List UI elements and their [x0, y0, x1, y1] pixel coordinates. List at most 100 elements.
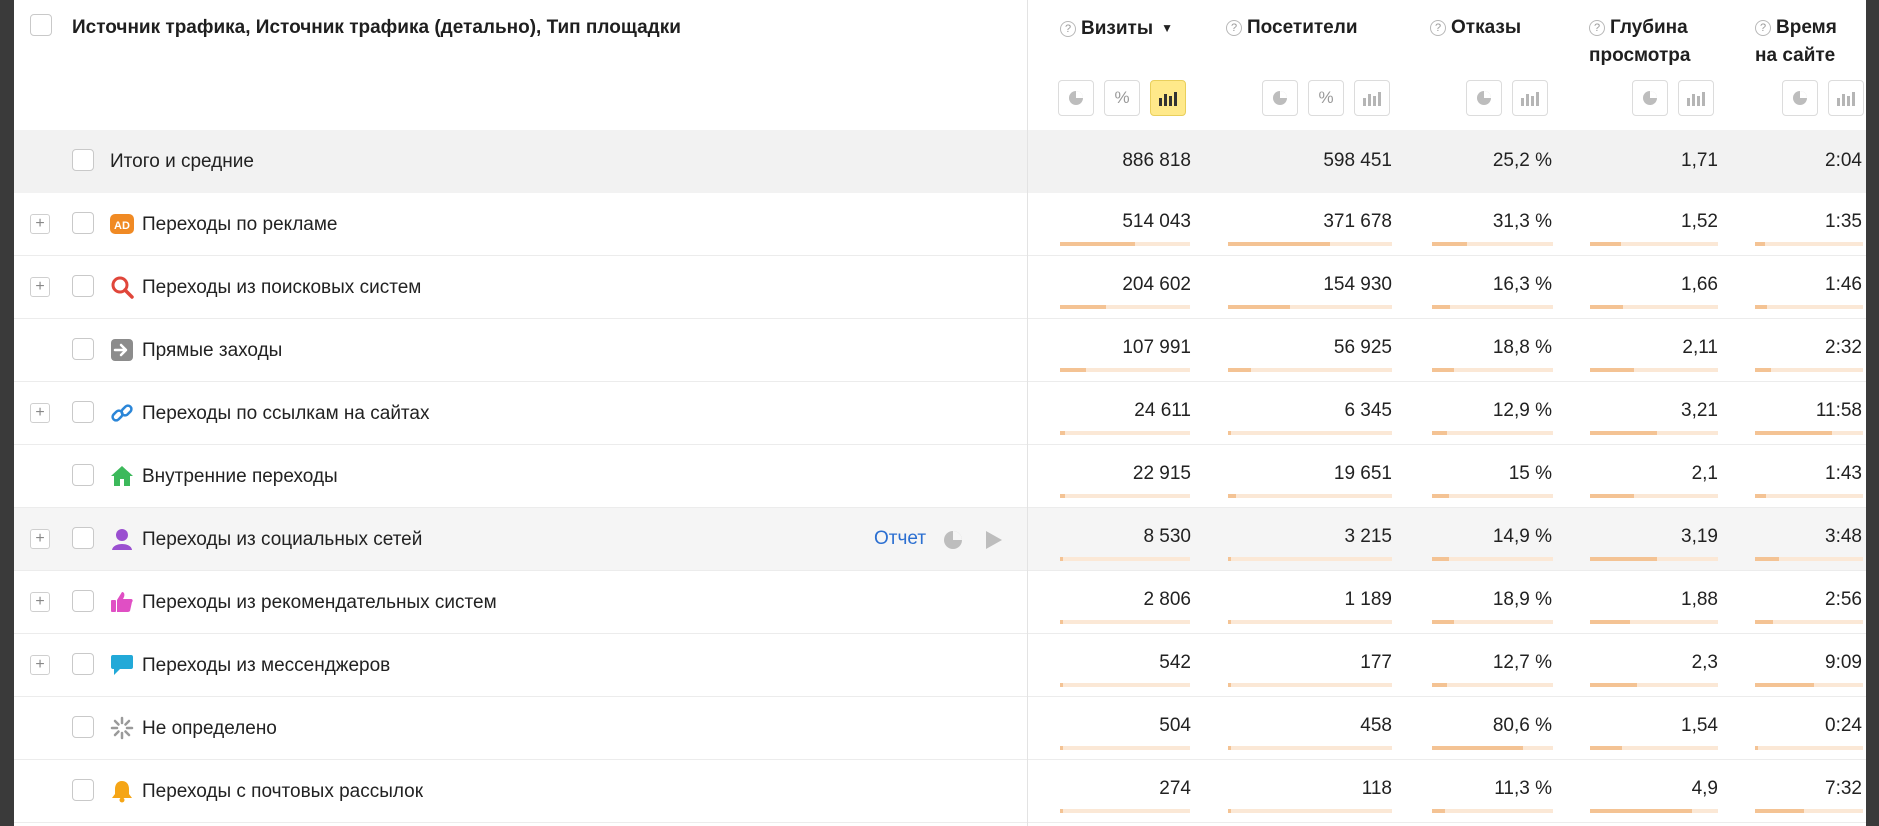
help-icon[interactable]: ?: [1430, 20, 1446, 36]
row-label[interactable]: Переходы из социальных сетей: [142, 529, 422, 551]
table-header: Источник трафика, Источник трафика (дета…: [14, 0, 1866, 130]
row-label[interactable]: Внутренние переходы: [142, 466, 338, 488]
row-label[interactable]: Переходы с почтовых рассылок: [142, 781, 423, 803]
row-label[interactable]: Переходы из поисковых систем: [142, 277, 421, 299]
row-label[interactable]: Не определено: [142, 718, 277, 740]
bar-chart-button[interactable]: [1828, 80, 1864, 116]
pie-chart-button[interactable]: [1782, 80, 1818, 116]
bar-chart-button[interactable]: [1678, 80, 1714, 116]
metric-header-depth[interactable]: ? Глубина просмотра: [1589, 14, 1719, 70]
pie-chart-button[interactable]: [1058, 80, 1094, 116]
metric-header-visits[interactable]: ? Визиты ▼: [1060, 14, 1173, 43]
cell-time: 2:32: [1825, 337, 1862, 358]
share-bar-fill: [1590, 809, 1692, 813]
visitors-view-tools: %: [1262, 80, 1390, 116]
row-label[interactable]: Переходы из рекомендательных систем: [142, 592, 497, 614]
pie-chart-button[interactable]: [1466, 80, 1502, 116]
select-all-checkbox[interactable]: [30, 14, 52, 36]
dimensions-header[interactable]: Источник трафика, Источник трафика (дета…: [72, 17, 681, 39]
cell-visits: 8 530: [1143, 526, 1191, 547]
row-checkbox[interactable]: [72, 275, 94, 297]
pie-chart-icon[interactable]: [942, 529, 964, 556]
share-bar-fill: [1432, 431, 1447, 435]
row-checkbox[interactable]: [72, 779, 94, 801]
expand-icon[interactable]: +: [30, 403, 50, 423]
share-bar-track: [1060, 242, 1190, 246]
row-checkbox[interactable]: [72, 527, 94, 549]
row-label[interactable]: Прямые заходы: [142, 340, 282, 362]
table-row[interactable]: + Переходы из мессенджеров 542 177 12,7 % 2…: [14, 634, 1866, 697]
bar-chart-icon: [1363, 92, 1381, 106]
cell-visits: 514 043: [1122, 211, 1191, 232]
metric-header-visitors[interactable]: ? Посетители: [1226, 14, 1358, 42]
expand-icon[interactable]: +: [30, 214, 50, 234]
depth-view-tools: [1632, 80, 1714, 116]
expand-icon[interactable]: +: [30, 655, 50, 675]
row-checkbox[interactable]: [72, 149, 94, 171]
share-bar-fill: [1432, 557, 1449, 561]
play-icon[interactable]: [984, 529, 1004, 556]
percent-button[interactable]: %: [1104, 80, 1140, 116]
help-icon[interactable]: ?: [1060, 21, 1076, 37]
help-icon[interactable]: ?: [1226, 20, 1242, 36]
sort-desc-icon[interactable]: ▼: [1161, 21, 1173, 35]
cell-visits: 886 818: [1122, 150, 1191, 171]
percent-button[interactable]: %: [1308, 80, 1344, 116]
share-bar-fill: [1228, 431, 1231, 435]
row-checkbox[interactable]: [72, 716, 94, 738]
table-row[interactable]: + Переходы из поисковых систем 204 602 15…: [14, 256, 1866, 319]
share-bar-fill: [1060, 494, 1065, 498]
help-icon[interactable]: ?: [1755, 20, 1771, 36]
checkbox[interactable]: [30, 14, 52, 36]
table-row[interactable]: + Переходы по ссылкам на сайтах 24 611 6 …: [14, 382, 1866, 445]
cell-bounce: 25,2 %: [1492, 150, 1552, 171]
share-bar-track: [1228, 683, 1392, 687]
table-row[interactable]: + AD Переходы по рекламе 514 043 371 678 3…: [14, 193, 1866, 256]
pie-chart-button[interactable]: [1632, 80, 1668, 116]
row-label[interactable]: Переходы по рекламе: [142, 214, 337, 236]
row-checkbox[interactable]: [72, 338, 94, 360]
share-bar-track: [1228, 431, 1392, 435]
row-checkbox[interactable]: [72, 590, 94, 612]
cell-bounce: 11,3 %: [1494, 778, 1552, 799]
metric-header-bounce[interactable]: ? Отказы: [1430, 14, 1521, 42]
share-bar-fill: [1432, 305, 1450, 309]
table-row[interactable]: Прямые заходы 107 991 56 925 18,8 % 2,11 2:3…: [14, 319, 1866, 382]
row-checkbox[interactable]: [72, 464, 94, 486]
share-bar-track: [1755, 746, 1863, 750]
table-row[interactable]: Не определено 504 458 80,6 % 1,54 0:24: [14, 697, 1866, 760]
bar-chart-icon: [1687, 92, 1705, 106]
cell-depth: 1,54: [1681, 715, 1718, 736]
row-checkbox[interactable]: [72, 401, 94, 423]
table-row[interactable]: + Переходы из социальных сетей Отчет 8 5…: [14, 508, 1866, 571]
metric-header-time[interactable]: ? Время на сайте: [1755, 14, 1863, 70]
share-bar-fill: [1590, 746, 1622, 750]
row-checkbox[interactable]: [72, 212, 94, 234]
bar-chart-button[interactable]: [1354, 80, 1390, 116]
row-label[interactable]: Переходы по ссылкам на сайтах: [142, 403, 430, 425]
share-bar-track: [1432, 368, 1553, 372]
cell-depth: 4,9: [1691, 778, 1718, 799]
pie-chart-button[interactable]: [1262, 80, 1298, 116]
table-row[interactable]: + Переходы из рекомендательных систем 2 …: [14, 571, 1866, 634]
expand-icon[interactable]: +: [30, 592, 50, 612]
table-row[interactable]: Внутренние переходы 22 915 19 651 15 % 2,1 1…: [14, 445, 1866, 508]
cell-bounce: 18,9 %: [1492, 589, 1552, 610]
row-checkbox[interactable]: [72, 653, 94, 675]
expand-icon[interactable]: +: [30, 529, 50, 549]
report-link[interactable]: Отчет: [874, 528, 926, 550]
share-bar-fill: [1432, 809, 1445, 813]
cell-depth: 1,88: [1681, 589, 1718, 610]
expand-icon[interactable]: +: [30, 277, 50, 297]
share-bar-track: [1755, 242, 1863, 246]
pie-icon: [1477, 91, 1491, 105]
bar-chart-button[interactable]: [1150, 80, 1186, 116]
bar-chart-button[interactable]: [1512, 80, 1548, 116]
table-row[interactable]: Переходы с почтовых рассылок 274 118 11,3 …: [14, 760, 1866, 823]
row-label[interactable]: Переходы из мессенджеров: [142, 655, 390, 677]
help-icon[interactable]: ?: [1589, 20, 1605, 36]
share-bar-track: [1590, 809, 1718, 813]
pie-icon: [1643, 91, 1657, 105]
share-bar-fill: [1060, 431, 1065, 435]
direct-entry-icon: [110, 338, 134, 362]
